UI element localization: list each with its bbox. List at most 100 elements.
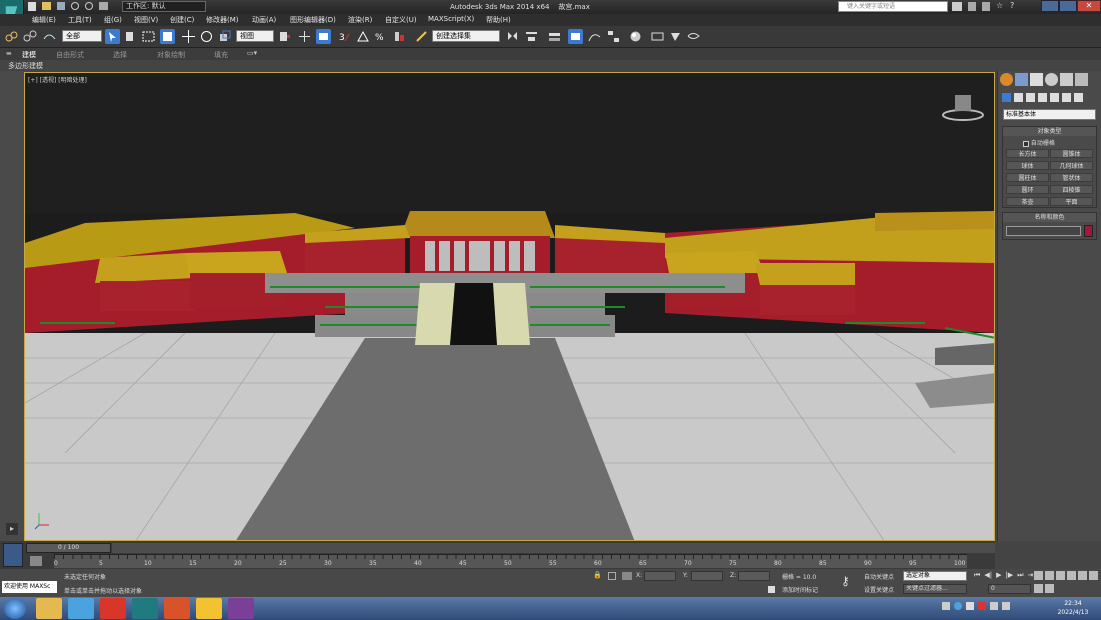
key-filters-button[interactable]: 关键点过滤器...	[903, 584, 967, 594]
named-selection-dropdown[interactable]: 创建选择集	[432, 30, 500, 42]
key-icon[interactable]	[968, 2, 976, 11]
systems-icon[interactable]	[1074, 93, 1083, 102]
motion-tab-icon[interactable]	[1045, 73, 1058, 86]
utilities-tab-icon[interactable]	[1075, 73, 1088, 86]
percent-snap-icon[interactable]: %	[374, 29, 389, 44]
add-time-tag-button[interactable]: 添加时间标记	[782, 585, 818, 594]
menu-create[interactable]: 创建(C)	[170, 15, 194, 25]
rect-selection-icon[interactable]	[141, 29, 156, 44]
y-coord-input[interactable]	[691, 571, 723, 581]
key-mode-dropdown[interactable]: 选定对象	[903, 571, 967, 581]
minimize-button[interactable]	[1041, 0, 1059, 12]
absolute-mode-icon[interactable]	[622, 572, 632, 580]
menu-customize[interactable]: 自定义(U)	[385, 15, 417, 25]
zoom-icon[interactable]	[1034, 571, 1043, 580]
select-manipulate-icon[interactable]	[297, 29, 312, 44]
ribbon-options-icon[interactable]: ▭▾	[247, 49, 257, 57]
layer-manager-icon[interactable]	[547, 29, 562, 44]
pivot-center-icon[interactable]	[277, 29, 292, 44]
helpers-icon[interactable]	[1050, 93, 1059, 102]
hierarchy-tab-icon[interactable]	[1030, 73, 1043, 86]
angle-snap-icon[interactable]	[356, 29, 371, 44]
auto-key-button[interactable]: 自动关键点	[864, 572, 894, 581]
close-button[interactable]: ✕	[1077, 0, 1101, 12]
schematic-view-icon[interactable]	[606, 29, 621, 44]
winrar-icon[interactable]	[228, 598, 254, 619]
field-of-view-icon[interactable]	[1067, 571, 1076, 580]
search-field[interactable]: 键入关键字或短语	[838, 1, 948, 12]
key-mode-toggle-icon[interactable]: ⇥	[1028, 571, 1034, 581]
exchange-icon[interactable]	[982, 2, 990, 11]
previous-frame-icon[interactable]: ◀|	[984, 571, 992, 581]
menu-views[interactable]: 视图(V)	[134, 15, 158, 25]
expand-track-arrow-icon[interactable]: ▸	[6, 523, 18, 535]
time-slider[interactable]: 0 / 100	[26, 543, 111, 553]
selection-filter-dropdown[interactable]: 全部	[62, 30, 102, 42]
zoom-all-icon[interactable]	[1045, 571, 1054, 580]
track-bar-icon[interactable]	[30, 556, 42, 566]
time-slider-track[interactable]	[112, 543, 995, 553]
binoculars-icon[interactable]	[952, 2, 962, 11]
render-production-icon[interactable]	[686, 29, 701, 44]
lock-selection-icon[interactable]: 🔒	[593, 571, 602, 579]
set-key-button[interactable]: 设置关键点	[864, 585, 894, 594]
ribbon-menu-icon[interactable]: ▬	[6, 50, 12, 57]
browser-icon[interactable]	[68, 598, 94, 619]
create-tab-icon[interactable]	[1000, 73, 1013, 86]
network-icon[interactable]	[942, 602, 950, 610]
menu-group[interactable]: 组(G)	[104, 15, 122, 25]
menu-graph-editors[interactable]: 图形编辑器(D)	[290, 15, 336, 25]
volume-icon[interactable]	[1002, 602, 1010, 610]
autogrid-checkbox[interactable]: 自动栅格	[1023, 138, 1055, 147]
next-frame-icon[interactable]: |▶	[1005, 571, 1013, 581]
render-setup-icon[interactable]	[650, 29, 665, 44]
select-object-icon[interactable]	[105, 29, 120, 44]
geosphere-button[interactable]: 几何球体	[1050, 161, 1093, 170]
menu-rendering[interactable]: 渲染(R)	[348, 15, 372, 25]
cylinder-button[interactable]: 圆柱体	[1006, 173, 1049, 182]
curve-editor-icon[interactable]	[587, 29, 602, 44]
go-to-start-icon[interactable]: ⏮	[974, 571, 980, 581]
modify-tab-icon[interactable]	[1015, 73, 1028, 86]
cone-button[interactable]: 圆锥体	[1050, 149, 1093, 158]
star-icon[interactable]: ☆	[996, 2, 1004, 11]
help-icon[interactable]: ?	[1010, 2, 1020, 11]
security-icon[interactable]	[978, 602, 986, 610]
project-folder-icon[interactable]	[99, 2, 108, 10]
set-key-icon[interactable]: ⚷	[841, 574, 850, 588]
object-category-dropdown[interactable]: 标准基本体	[1003, 109, 1096, 120]
object-type-header[interactable]: 对象类型	[1003, 127, 1096, 136]
object-name-input[interactable]	[1006, 226, 1081, 236]
play-icon[interactable]: ▶	[996, 571, 1001, 581]
tube-button[interactable]: 管状体	[1050, 173, 1093, 182]
tab-freeform[interactable]: 自由形式	[56, 50, 84, 60]
3dsmax-taskbar-icon[interactable]	[132, 598, 158, 619]
color-swatch[interactable]	[1084, 225, 1093, 237]
redo-icon[interactable]	[85, 2, 93, 10]
mini-curve-icon[interactable]	[3, 543, 23, 567]
ref-coord-dropdown[interactable]: 视图	[236, 30, 274, 42]
mirror-icon[interactable]	[505, 29, 520, 44]
perspective-viewport[interactable]: [+] [透视] [明暗处理]	[24, 72, 995, 541]
new-file-icon[interactable]	[28, 2, 36, 11]
move-icon[interactable]	[181, 29, 196, 44]
selection-lock-icon[interactable]	[608, 572, 616, 580]
select-by-name-icon[interactable]	[123, 29, 138, 44]
checkbox-icon[interactable]	[1023, 140, 1029, 147]
maxscript-listener[interactable]: 欢迎使用 MAXSc	[2, 581, 57, 593]
pan-icon[interactable]	[1078, 571, 1087, 580]
help-tray-icon[interactable]	[954, 602, 962, 610]
unlink-icon[interactable]	[22, 29, 37, 44]
music-icon[interactable]	[196, 598, 222, 619]
shapes-icon[interactable]	[1014, 93, 1023, 102]
signal-icon[interactable]	[990, 602, 998, 610]
pyramid-button[interactable]: 四棱锥	[1050, 185, 1093, 194]
menu-animation[interactable]: 动画(A)	[252, 15, 276, 25]
menu-modifiers[interactable]: 修改器(M)	[206, 15, 239, 25]
walk-through-icon[interactable]	[1034, 584, 1043, 593]
keyboard-shortcut-icon[interactable]	[316, 29, 331, 44]
menu-maxscript[interactable]: MAXScript(X)	[428, 15, 474, 23]
snaps-toggle-icon[interactable]: 3	[338, 29, 353, 44]
save-icon[interactable]	[57, 2, 65, 10]
open-file-icon[interactable]	[42, 2, 51, 10]
